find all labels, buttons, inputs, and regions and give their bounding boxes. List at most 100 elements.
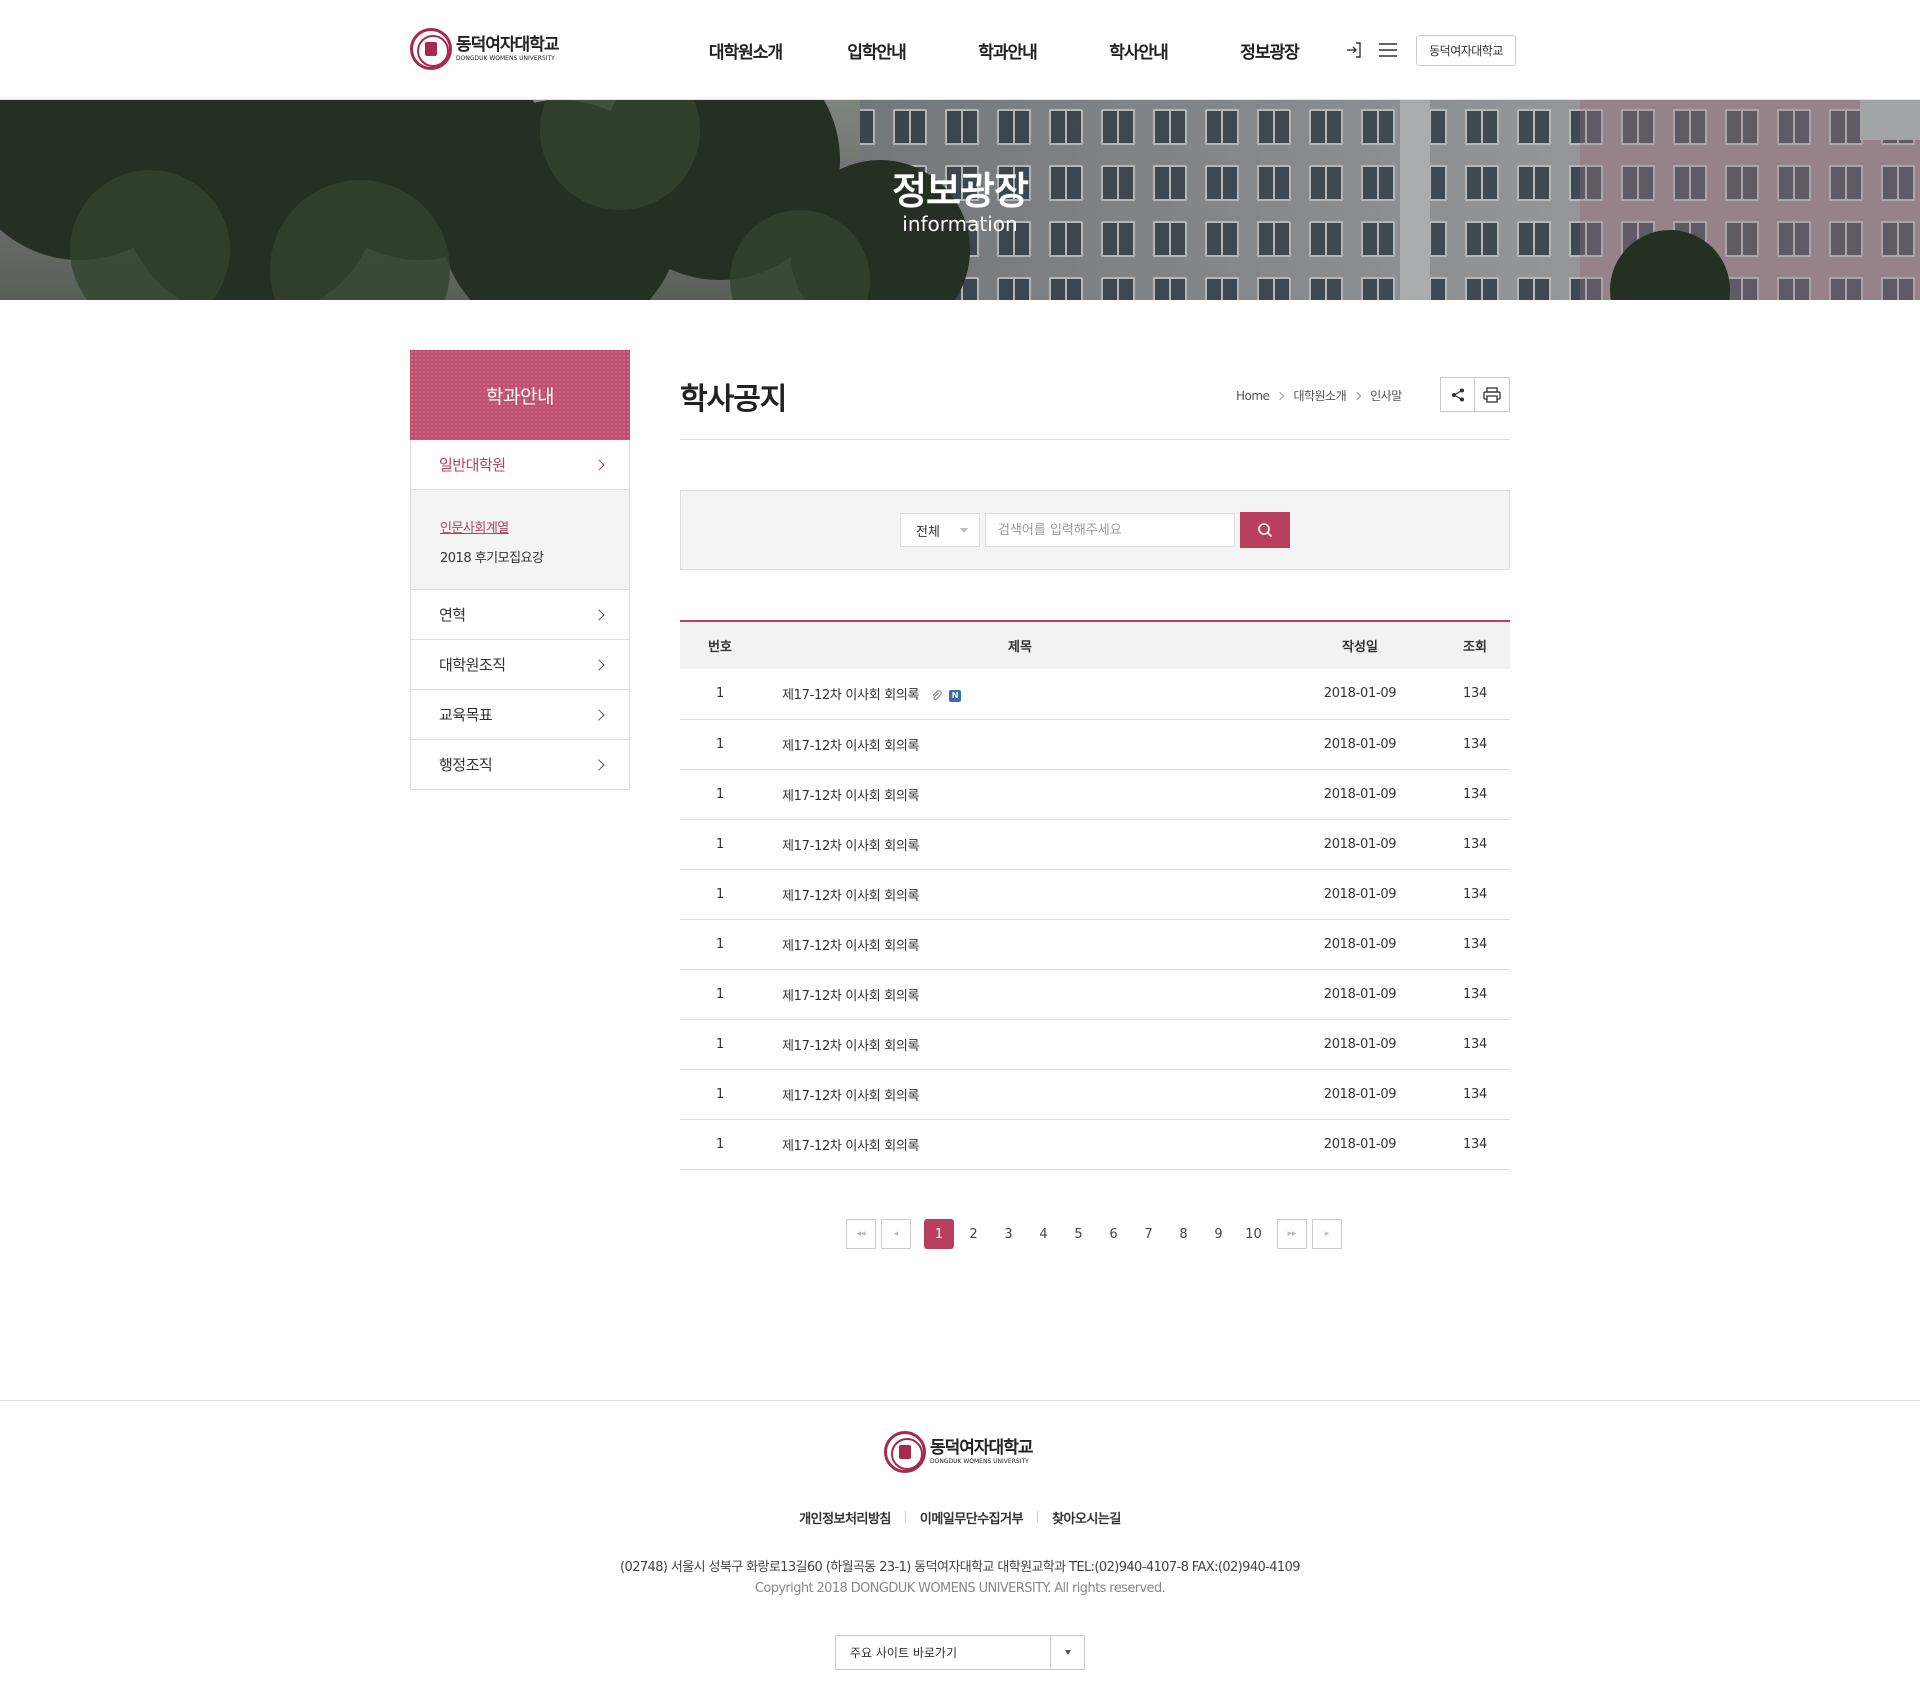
row-number: 1 <box>680 669 760 720</box>
page-7-button[interactable]: 7 <box>1131 1219 1166 1249</box>
university-seal-icon <box>884 1431 926 1473</box>
footer-link-divider <box>1037 1511 1039 1522</box>
page-3-button[interactable]: 3 <box>991 1219 1026 1249</box>
row-title-link[interactable]: 제17-12차 이사회 회의록 <box>782 789 920 804</box>
row-title-link[interactable]: 제17-12차 이사회 회의록 <box>782 1139 920 1154</box>
row-date: 2018-01-09 <box>1280 969 1440 1020</box>
breadcrumb: Home 대학원소개 인사말 <box>1236 387 1402 404</box>
site-logo[interactable]: 동덕여자대학교 DONGDUK WOMENS UNIVERSITY <box>410 28 559 70</box>
side-nav-item-education-goals[interactable]: 교육목표 <box>410 690 630 740</box>
row-title-cell: 제17-12차 이사회 회의록 <box>760 819 1280 870</box>
chevron-right-icon <box>593 758 605 771</box>
column-header-date: 작성일 <box>1280 621 1440 669</box>
search-panel: 전체 <box>680 490 1510 570</box>
footer-logo[interactable]: 동덕여자대학교 DONGDUK WOMENS UNIVERSITY <box>884 1431 1033 1473</box>
table-row[interactable]: 1 제17-12차 이사회 회의록 2018-01-09 134 <box>680 719 1510 770</box>
table-row[interactable]: 1 제17-12차 이사회 회의록 2018-01-09 134 <box>680 869 1510 920</box>
footer-link-email-policy[interactable]: 이메일무단수집거부 <box>920 1508 1024 1527</box>
university-seal-icon <box>410 28 452 70</box>
row-date: 2018-01-09 <box>1280 1119 1440 1170</box>
row-views: 134 <box>1440 1119 1510 1170</box>
table-row[interactable]: 1 제17-12차 이사회 회의록 2018-01-09 134 <box>680 969 1510 1020</box>
row-views: 134 <box>1440 819 1510 870</box>
row-views: 134 <box>1440 969 1510 1020</box>
table-row[interactable]: 1 제17-12차 이사회 회의록 2018-01-09 134 <box>680 1069 1510 1120</box>
row-number: 1 <box>680 969 760 1020</box>
row-views: 134 <box>1440 719 1510 770</box>
print-button[interactable] <box>1475 377 1510 412</box>
row-title-link[interactable]: 제17-12차 이사회 회의록 <box>782 889 920 904</box>
side-nav-item-administration[interactable]: 행정조직 <box>410 740 630 790</box>
last-page-button[interactable]: ▸ <box>1312 1219 1342 1249</box>
row-title-cell: 제17-12차 이사회 회의록 <box>760 1119 1280 1170</box>
footer-link-directions[interactable]: 찾아오시는길 <box>1052 1508 1121 1527</box>
row-title-link[interactable]: 제17-12차 이사회 회의록 <box>782 939 920 954</box>
search-button[interactable] <box>1240 512 1290 548</box>
table-header-row: 번호 제목 작성일 조회 <box>680 621 1510 669</box>
search-category-select[interactable]: 전체 <box>900 513 980 547</box>
gnb-item-department[interactable]: 학과안내 <box>942 38 1073 63</box>
row-date: 2018-01-09 <box>1280 769 1440 820</box>
page-5-button[interactable]: 5 <box>1061 1219 1096 1249</box>
side-nav-item-history[interactable]: 연혁 <box>410 590 630 640</box>
utility-bar: 동덕여자대학교 <box>1342 34 1516 66</box>
row-title-cell: 제17-12차 이사회 회의록 <box>760 1069 1280 1120</box>
page-10-button[interactable]: 10 <box>1236 1219 1271 1249</box>
row-title-link[interactable]: 제17-12차 이사회 회의록 <box>782 839 920 854</box>
side-nav-item-organization[interactable]: 대학원조직 <box>410 640 630 690</box>
next-group-button[interactable]: ▸▸ <box>1277 1219 1307 1249</box>
row-number: 1 <box>680 719 760 770</box>
breadcrumb-item[interactable]: 대학원소개 <box>1293 387 1346 404</box>
side-nav-title: 학과안내 <box>410 350 630 440</box>
table-row[interactable]: 1 제17-12차 이사회 회의록 2018-01-09 134 <box>680 769 1510 820</box>
login-icon[interactable] <box>1342 34 1366 66</box>
prev-page-button[interactable]: ◂ <box>881 1219 911 1249</box>
table-row[interactable]: 1 제17-12차 이사회 회의록 2018-01-09 134 <box>680 819 1510 870</box>
search-input[interactable] <box>985 513 1235 547</box>
submenu-item-recruitment[interactable]: 2018 후기모집요강 <box>440 544 601 574</box>
hamburger-menu-icon[interactable] <box>1376 34 1400 66</box>
university-home-button[interactable]: 동덕여자대학교 <box>1416 34 1516 66</box>
footer-link-privacy[interactable]: 개인정보처리방침 <box>799 1508 891 1527</box>
first-page-button[interactable]: ◂◂ <box>846 1219 876 1249</box>
column-header-views: 조회 <box>1440 621 1510 669</box>
row-title-link[interactable]: 제17-12차 이사회 회의록 <box>782 1089 920 1104</box>
footer-links: 개인정보처리방침 이메일무단수집거부 찾아오시는길 <box>0 1508 1920 1527</box>
family-site-select[interactable]: 주요 사이트 바로가기 <box>835 1635 1085 1670</box>
row-number: 1 <box>680 1069 760 1120</box>
search-category-value: 전체 <box>916 524 940 540</box>
chevron-right-icon <box>593 608 605 621</box>
side-nav-item-label: 대학원조직 <box>439 656 506 674</box>
table-row[interactable]: 1 제17-12차 이사회 회의록 2018-01-09 134 <box>680 919 1510 970</box>
side-nav-item-label: 교육목표 <box>439 706 493 724</box>
table-row[interactable]: 1 제17-12차 이사회 회의록 2018-01-09 134 <box>680 1119 1510 1170</box>
table-row[interactable]: 1 제17-12차 이사회 회의록 N 2018-01-09 134 <box>680 669 1510 720</box>
page-2-button[interactable]: 2 <box>956 1219 991 1249</box>
gnb-item-academic[interactable]: 학사안내 <box>1073 38 1204 63</box>
page-9-button[interactable]: 9 <box>1201 1219 1236 1249</box>
row-views: 134 <box>1440 1069 1510 1120</box>
row-views: 134 <box>1440 1019 1510 1070</box>
row-title-link[interactable]: 제17-12차 이사회 회의록 <box>782 1039 920 1054</box>
page-1-button[interactable]: 1 <box>924 1219 954 1249</box>
page-8-button[interactable]: 8 <box>1166 1219 1201 1249</box>
row-number: 1 <box>680 919 760 970</box>
page-4-button[interactable]: 4 <box>1026 1219 1061 1249</box>
share-button[interactable] <box>1440 377 1475 412</box>
row-title-link[interactable]: 제17-12차 이사회 회의록 <box>782 688 920 703</box>
breadcrumb-current[interactable]: 인사말 <box>1370 387 1402 404</box>
row-title-link[interactable]: 제17-12차 이사회 회의록 <box>782 989 920 1004</box>
family-site-select-button[interactable] <box>1050 1636 1084 1669</box>
gnb-item-info[interactable]: 정보광장 <box>1204 38 1335 63</box>
row-title-link[interactable]: 제17-12차 이사회 회의록 <box>782 739 920 754</box>
breadcrumb-home[interactable]: Home <box>1236 389 1270 403</box>
gnb-item-admission[interactable]: 입학안내 <box>811 38 942 63</box>
footer-copyright: Copyright 2018 DONGDUK WOMENS UNIVERSITY… <box>754 1581 1166 1596</box>
site-footer: 동덕여자대학교 DONGDUK WOMENS UNIVERSITY 개인정보처리… <box>0 1400 1920 1698</box>
side-nav-item-general-graduate[interactable]: 일반대학원 <box>410 440 630 490</box>
page-6-button[interactable]: 6 <box>1096 1219 1131 1249</box>
submenu-item-humanities[interactable]: 인문사회계열 <box>440 514 601 544</box>
table-row[interactable]: 1 제17-12차 이사회 회의록 2018-01-09 134 <box>680 1019 1510 1070</box>
gnb-item-intro[interactable]: 대학원소개 <box>680 38 811 63</box>
footer-logo-name-en: DONGDUK WOMENS UNIVERSITY <box>930 1457 1029 1465</box>
